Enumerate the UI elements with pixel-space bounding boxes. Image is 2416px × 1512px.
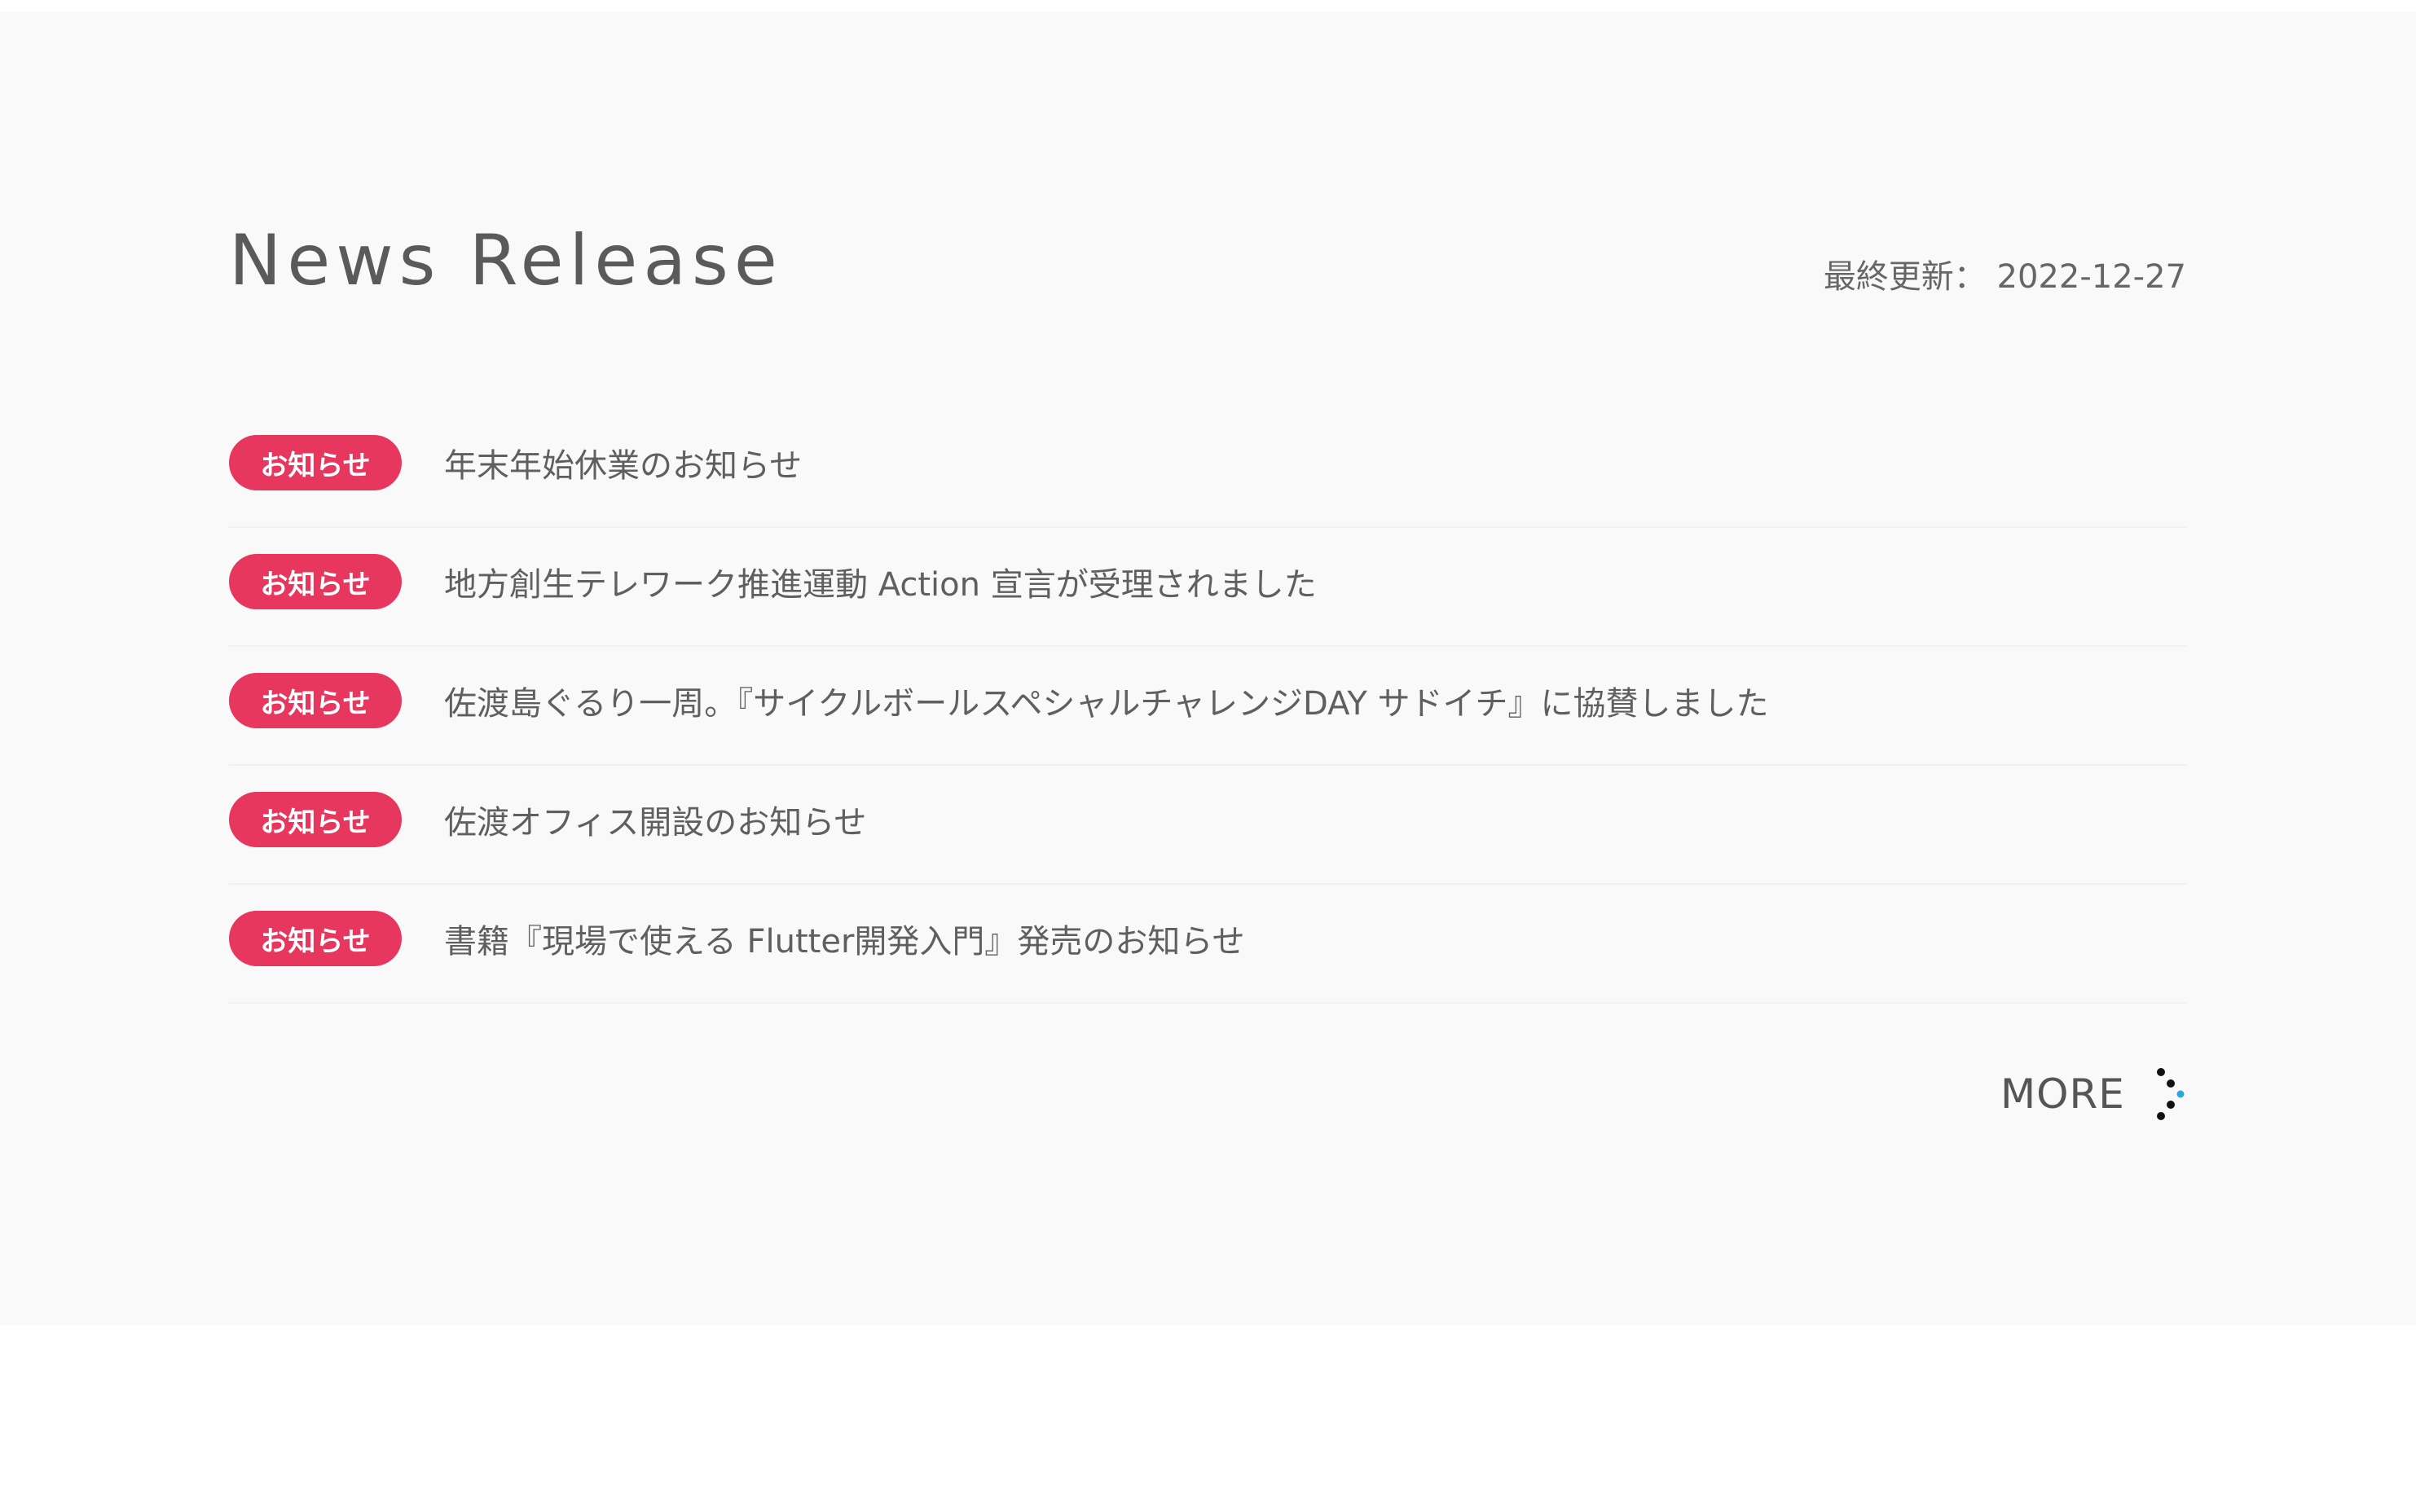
category-badge: お知らせ xyxy=(229,554,402,609)
news-item[interactable]: お知らせ 佐渡オフィス開設のお知らせ xyxy=(229,766,2187,885)
news-title-link[interactable]: 佐渡島ぐるり一周。『サイクルボールスペシャルチャレンジDAY サドイチ』に協賛し… xyxy=(444,677,1769,724)
dotted-chevron-right-icon xyxy=(2156,1068,2185,1120)
more-label: MORE xyxy=(2000,1070,2125,1118)
news-list: お知らせ 年末年始休業のお知らせ お知らせ 地方創生テレワーク推進運動 Acti… xyxy=(229,409,2187,1004)
news-item[interactable]: お知らせ 佐渡島ぐるり一周。『サイクルボールスペシャルチャレンジDAY サドイチ… xyxy=(229,647,2187,766)
news-release-section: News Release 最終更新： 2022-12-27 お知らせ 年末年始休… xyxy=(0,12,2416,1325)
news-title-link[interactable]: 佐渡オフィス開設のお知らせ xyxy=(444,796,866,843)
category-badge: お知らせ xyxy=(229,792,402,847)
more-link[interactable]: MORE xyxy=(2000,1067,2190,1121)
news-item[interactable]: お知らせ 年末年始休業のお知らせ xyxy=(229,409,2187,528)
news-item[interactable]: お知らせ 地方創生テレワーク推進運動 Action 宣言が受理されました xyxy=(229,528,2187,647)
category-badge: お知らせ xyxy=(229,435,402,490)
section-title: News Release xyxy=(229,220,783,301)
news-title-link[interactable]: 地方創生テレワーク推進運動 Action 宣言が受理されました xyxy=(444,558,1317,605)
news-title-link[interactable]: 年末年始休業のお知らせ xyxy=(444,439,802,486)
category-badge: お知らせ xyxy=(229,911,402,966)
category-badge: お知らせ xyxy=(229,673,402,728)
news-item[interactable]: お知らせ 書籍『現場で使える Flutter開発入門』発売のお知らせ xyxy=(229,885,2187,1004)
news-title-link[interactable]: 書籍『現場で使える Flutter開発入門』発売のお知らせ xyxy=(444,915,1245,962)
last-updated-text: 最終更新： 2022-12-27 xyxy=(1823,258,2186,296)
